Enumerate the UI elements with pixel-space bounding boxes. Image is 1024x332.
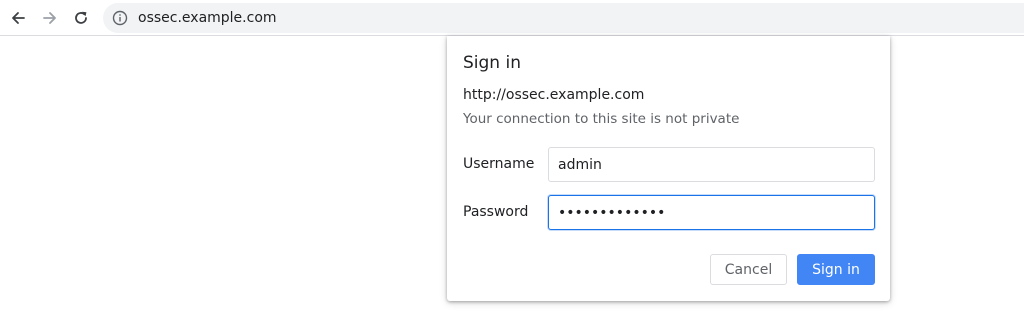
password-label: Password: [463, 204, 529, 220]
dialog-origin: http://ossec.example.com: [463, 87, 645, 103]
username-field[interactable]: [548, 147, 875, 182]
dialog-title: Sign in: [463, 53, 521, 73]
cancel-button[interactable]: Cancel: [710, 254, 787, 285]
forward-button[interactable]: [38, 6, 62, 30]
arrow-left-icon: [12, 12, 25, 24]
sign-in-button[interactable]: Sign in: [797, 254, 875, 285]
browser-toolbar: ossec.example.com: [0, 0, 1024, 36]
username-label: Username: [463, 156, 535, 172]
password-field[interactable]: [548, 195, 875, 230]
info-icon[interactable]: [112, 10, 128, 26]
connection-warning: Your connection to this site is not priv…: [463, 111, 740, 127]
back-button[interactable]: [6, 6, 30, 30]
reload-icon: [75, 11, 87, 24]
address-bar[interactable]: ossec.example.com: [103, 3, 1024, 33]
sign-in-dialog: Sign in http://ossec.example.com Your co…: [447, 36, 890, 301]
address-bar-url[interactable]: ossec.example.com: [138, 3, 277, 33]
arrow-right-icon: [43, 12, 56, 24]
reload-button[interactable]: [69, 6, 93, 30]
